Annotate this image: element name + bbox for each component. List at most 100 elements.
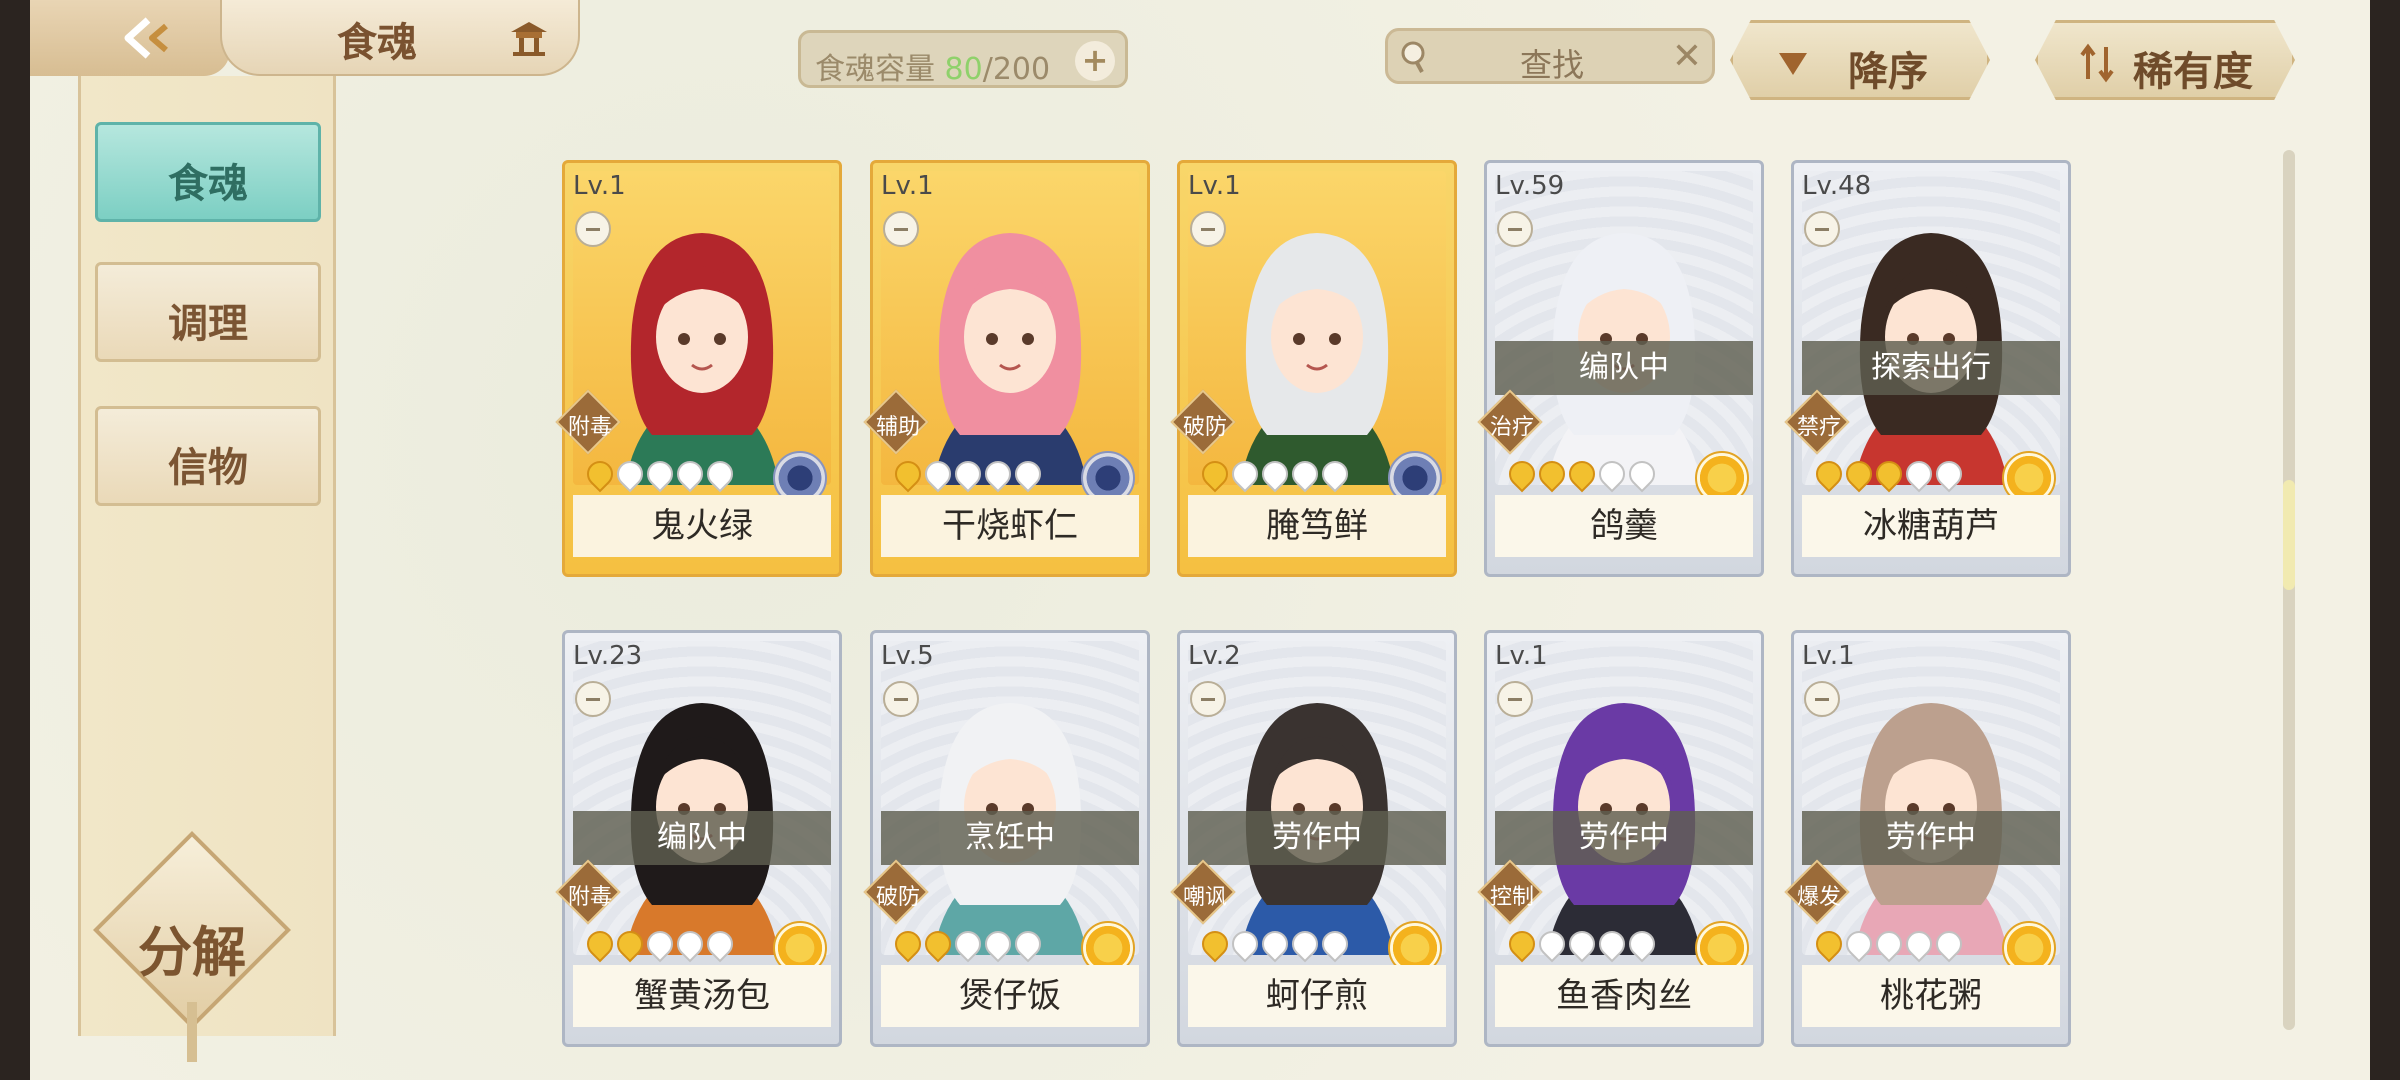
decompose-label[interactable]: 分解 [122, 908, 262, 987]
role-badge: 控制 [1477, 859, 1551, 925]
food-soul-card[interactable]: Lv.1 劳作中 控制 鱼香肉丝 [1477, 630, 1764, 1047]
star-icon [1930, 925, 1968, 963]
lock-toggle-icon[interactable] [1190, 681, 1226, 717]
food-soul-card[interactable]: Lv.1 附毒 鬼火绿 [555, 160, 842, 577]
role-label: 辅助 [875, 415, 920, 440]
star-icon [1593, 455, 1631, 493]
lock-toggle-icon[interactable] [883, 211, 919, 247]
star-icon [1503, 455, 1541, 493]
star-icon [949, 455, 987, 493]
food-soul-card[interactable]: Lv.59 编队中治疗鸽羹 [1477, 160, 1764, 577]
star-icon [671, 455, 709, 493]
back-button[interactable] [30, 0, 230, 76]
star-icon [611, 455, 649, 493]
left-letterbox [0, 0, 30, 1080]
food-soul-card[interactable]: Lv.2 劳作中 嘲讽 蚵仔煎 [1170, 630, 1457, 1047]
sort-order-label: 降序 [1848, 49, 1928, 95]
role-label: 附毒 [567, 885, 612, 910]
star-rating [1810, 455, 1968, 493]
star-icon [1009, 455, 1047, 493]
page-title: 食魂 [337, 20, 417, 66]
food-soul-card[interactable]: Lv.1 辅助 干烧虾仁 [863, 160, 1150, 577]
role-label: 附毒 [567, 415, 612, 440]
star-icon [1840, 925, 1878, 963]
lock-toggle-icon[interactable] [575, 681, 611, 717]
star-rating [889, 455, 1047, 493]
character-name: 煲仔饭 [881, 965, 1139, 1027]
sidebar-item-food-soul[interactable]: 食魂 [95, 122, 321, 222]
lock-toggle-icon[interactable] [1804, 681, 1840, 717]
star-icon [1256, 925, 1294, 963]
role-badge: 治疗 [1477, 389, 1551, 455]
food-soul-card[interactable]: Lv.1 劳作中 爆发 桃花粥 [1784, 630, 2071, 1047]
character-name: 蚵仔煎 [1188, 965, 1446, 1027]
sidebar-item-token[interactable]: 信物 [95, 406, 321, 506]
star-rating [1503, 455, 1661, 493]
lock-toggle-icon[interactable] [1497, 681, 1533, 717]
star-icon [701, 925, 739, 963]
role-badge: 嘲讽 [1170, 859, 1244, 925]
level-label: Lv.1 [881, 171, 934, 201]
sort-rarity-button[interactable]: 稀有度 [2035, 20, 2295, 100]
star-icon [1503, 925, 1541, 963]
star-icon [1870, 455, 1908, 493]
scrollbar-thumb[interactable] [2283, 480, 2295, 590]
role-badge: 辅助 [863, 389, 937, 455]
status-banner: 编队中 [1495, 341, 1753, 395]
star-icon [1810, 925, 1848, 963]
level-label: Lv.5 [881, 641, 934, 671]
role-label: 破防 [875, 885, 920, 910]
scrollbar-track[interactable] [2283, 150, 2295, 1030]
level-label: Lv.23 [573, 641, 643, 671]
food-soul-card[interactable]: Lv.5 烹饪中破防煲仔饭 [863, 630, 1150, 1047]
lock-toggle-icon[interactable] [1190, 211, 1226, 247]
star-icon [611, 925, 649, 963]
role-label: 治疗 [1489, 415, 1534, 440]
capacity-label: 食魂容量 [815, 52, 935, 87]
food-soul-card[interactable]: Lv.23 编队中附毒蟹黄汤包 [555, 630, 842, 1047]
level-label: Lv.1 [1802, 641, 1855, 671]
status-banner: 劳作中 [1495, 811, 1753, 865]
star-icon [1196, 455, 1234, 493]
role-badge: 附毒 [555, 859, 629, 925]
character-name: 冰糖葫芦 [1802, 495, 2060, 557]
sidebar-item-cooking[interactable]: 调理 [95, 262, 321, 362]
level-label: Lv.2 [1188, 641, 1241, 671]
star-rating [1503, 925, 1661, 963]
swap-arrows-icon [2080, 43, 2114, 83]
search-box[interactable]: 查找 ✕ [1385, 28, 1715, 84]
status-banner: 编队中 [573, 811, 831, 865]
lock-toggle-icon[interactable] [1804, 211, 1840, 247]
star-icon [919, 925, 957, 963]
status-banner: 烹饪中 [881, 811, 1139, 865]
level-label: Lv.1 [573, 171, 626, 201]
pavilion-icon[interactable] [507, 18, 551, 58]
add-capacity-button[interactable]: + [1075, 41, 1115, 81]
star-rating [581, 455, 739, 493]
food-soul-card[interactable]: Lv.48 探索出行 禁疗 冰糖葫芦 [1784, 160, 2071, 577]
sidebar-item-label: 调理 [168, 301, 248, 347]
star-icon [1533, 925, 1571, 963]
star-icon [1563, 455, 1601, 493]
star-icon [1870, 925, 1908, 963]
level-label: Lv.59 [1495, 171, 1565, 201]
sort-order-button[interactable]: 降序 [1730, 20, 1990, 100]
capacity-current: 80 [944, 52, 983, 87]
star-icon [1226, 925, 1264, 963]
sidebar-item-label: 食魂 [168, 161, 248, 207]
lock-toggle-icon[interactable] [575, 211, 611, 247]
character-name: 蟹黄汤包 [573, 965, 831, 1027]
star-icon [1563, 925, 1601, 963]
lock-toggle-icon[interactable] [1497, 211, 1533, 247]
character-name: 桃花粥 [1802, 965, 2060, 1027]
game-screen: 食魂 食魂容量 80/200 + 查找 ✕ 降序 稀有度 食魂 调理 信物 分解… [30, 0, 2370, 1080]
star-icon [1286, 925, 1324, 963]
star-icon [1009, 925, 1047, 963]
clear-search-icon[interactable]: ✕ [1672, 36, 1702, 77]
food-soul-card[interactable]: Lv.1 破防 腌笃鲜 [1170, 160, 1457, 577]
role-badge: 破防 [1170, 389, 1244, 455]
star-rating [1196, 455, 1354, 493]
lock-toggle-icon[interactable] [883, 681, 919, 717]
star-icon [1286, 455, 1324, 493]
character-name: 鸽羹 [1495, 495, 1753, 557]
